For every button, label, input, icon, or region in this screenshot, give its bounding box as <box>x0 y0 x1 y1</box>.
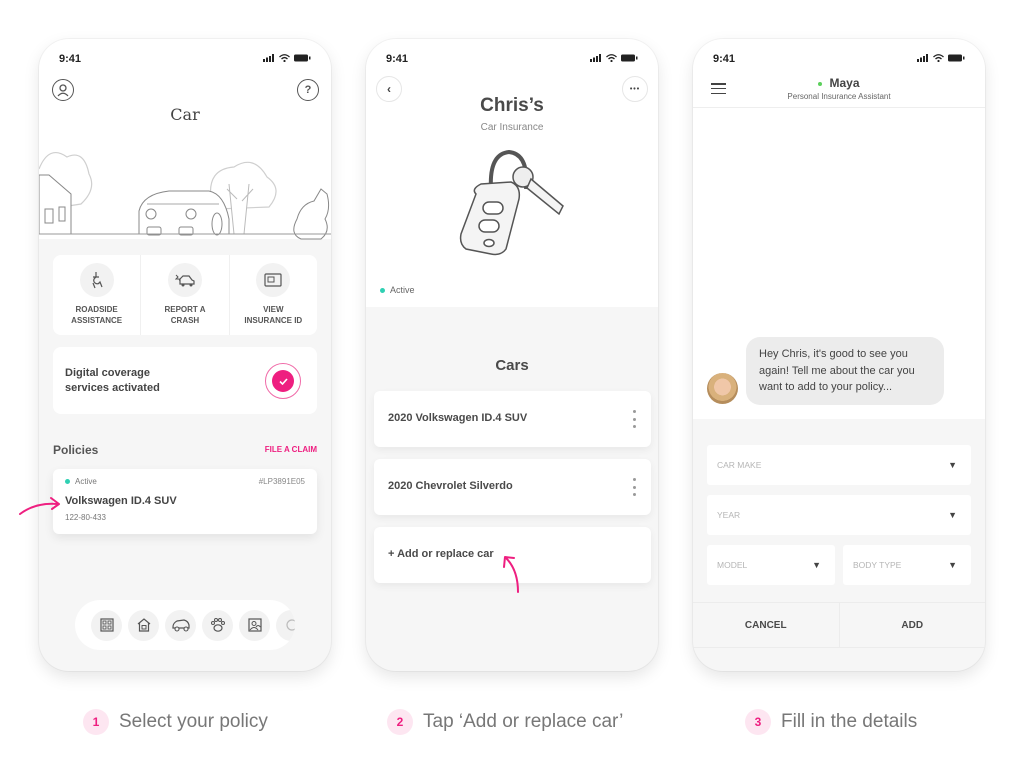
home-icon <box>137 618 150 632</box>
car-name: 2020 Chevrolet Silverdo <box>388 480 513 492</box>
nav-photo[interactable] <box>239 609 270 641</box>
phone-screen-car-overview: 9:41 ? Car ROADSIDE ASSISTANCE REPORT A … <box>39 39 331 671</box>
online-indicator <box>818 81 823 86</box>
pointer-arrow-add-car <box>503 556 519 593</box>
model-select[interactable]: MODEL ▼ <box>707 545 835 585</box>
battery-icon <box>948 54 965 62</box>
kebab-menu-icon[interactable] <box>631 478 637 496</box>
status-time: 9:41 <box>59 53 82 65</box>
step-number: 2 <box>387 709 413 735</box>
id-card-icon <box>264 273 282 287</box>
dropdown-arrow-icon: ▼ <box>948 560 957 570</box>
page-subtitle: Car Insurance <box>480 122 544 133</box>
active-dot <box>65 479 70 485</box>
header-divider <box>693 107 985 108</box>
status-bar: 9:41 <box>693 39 985 79</box>
car-make-select[interactable]: CAR MAKE ▼ <box>707 445 971 485</box>
assistant-role: Personal Insurance Assistant <box>787 92 891 101</box>
status-time: 9:41 <box>386 53 409 65</box>
more-icon: ••• <box>629 85 641 93</box>
policy-status: Active <box>75 477 97 486</box>
policy-id: #LP3891E05 <box>258 477 305 486</box>
body-type-select[interactable]: BODY TYPE ▼ <box>843 545 971 585</box>
policy-number: 122-80-433 <box>65 513 106 522</box>
step-caption: 1 Select your policy <box>83 709 268 735</box>
step-text: Select your policy <box>119 711 268 732</box>
car-list-item[interactable]: 2020 Volkswagen ID.4 SUV <box>374 391 651 447</box>
battery-icon <box>621 54 638 62</box>
signal-icon <box>917 54 928 62</box>
view-insurance-id-button[interactable]: VIEW INSURANCE ID <box>230 255 317 335</box>
kebab-menu-icon[interactable] <box>631 410 637 428</box>
chat-message: Hey Chris, it's good to see you again! T… <box>746 337 944 405</box>
photo-icon <box>247 618 262 632</box>
paw-icon <box>210 618 225 632</box>
active-dot <box>380 288 385 294</box>
assistant-avatar <box>707 373 738 404</box>
tow-hook-icon <box>92 272 103 289</box>
coverage-status-card: Digital coverage services activated <box>53 347 317 414</box>
back-icon: ‹ <box>387 82 391 96</box>
step-text: Tap ‘Add or replace car’ <box>423 711 624 732</box>
step-text: Fill in the details <box>781 711 918 732</box>
step-number: 3 <box>745 709 771 735</box>
policy-card[interactable]: Active #LP3891E05 Volkswagen ID.4 SUV 12… <box>53 469 317 534</box>
status-time: 9:41 <box>713 53 736 65</box>
wifi-icon <box>933 54 944 62</box>
form-actions: CANCEL ADD <box>693 602 985 648</box>
building-icon <box>99 618 114 632</box>
search-icon <box>285 619 295 631</box>
check-icon <box>278 377 288 385</box>
profile-button[interactable] <box>52 79 74 101</box>
policy-name: Volkswagen ID.4 SUV <box>65 495 177 507</box>
coverage-text: Digital coverage services activated <box>65 367 160 394</box>
nav-building[interactable] <box>91 609 122 641</box>
profile-icon <box>57 84 69 97</box>
report-crash-button[interactable]: REPORT A CRASH <box>141 255 230 335</box>
assistant-name: Maya <box>829 76 860 90</box>
coverage-badge <box>265 363 301 399</box>
nav-pets[interactable] <box>202 609 233 641</box>
dropdown-arrow-icon: ▼ <box>948 510 957 520</box>
year-select[interactable]: YEAR ▼ <box>707 495 971 535</box>
nav-home[interactable] <box>128 609 159 641</box>
cars-heading: Cars <box>495 357 529 374</box>
roadside-assistance-button[interactable]: ROADSIDE ASSISTANCE <box>53 255 142 335</box>
status-bar: 9:41 <box>366 39 658 79</box>
signal-icon <box>263 54 274 62</box>
page-title: Chris’s <box>480 95 544 116</box>
car-name: 2020 Volkswagen ID.4 SUV <box>388 412 528 424</box>
car-keys-illustration <box>459 149 564 256</box>
crash-icon <box>174 274 195 287</box>
car-scene-illustration <box>39 151 331 240</box>
add-car-label: + Add or replace car <box>388 548 494 560</box>
quick-actions-card: ROADSIDE ASSISTANCE REPORT A CRASH VIEW … <box>53 255 317 335</box>
wifi-icon <box>606 54 617 62</box>
dropdown-arrow-icon: ▼ <box>948 460 957 470</box>
dropdown-arrow-icon: ▼ <box>812 560 821 570</box>
wifi-icon <box>279 54 290 62</box>
help-icon: ? <box>304 84 312 96</box>
nav-more[interactable] <box>276 609 295 641</box>
nav-car[interactable] <box>165 609 196 641</box>
page-title: Car <box>170 105 200 124</box>
signal-icon <box>590 54 601 62</box>
step-number: 1 <box>83 709 109 735</box>
car-list-item[interactable]: 2020 Chevrolet Silverdo <box>374 459 651 515</box>
phone-screen-assistant-chat: 9:41 Maya Personal Insurance Assistant H… <box>693 39 985 671</box>
add-button[interactable]: ADD <box>840 603 986 647</box>
file-claim-link[interactable]: FILE A CLAIM <box>265 445 317 454</box>
status-bar: 9:41 <box>39 39 331 79</box>
step-caption: 2 Tap ‘Add or replace car’ <box>387 709 623 735</box>
bottom-nav <box>75 600 295 650</box>
cancel-button[interactable]: CANCEL <box>693 603 840 647</box>
policy-status: Active <box>380 285 415 295</box>
policies-heading: Policies <box>53 443 99 457</box>
pointer-arrow-policy <box>19 497 60 515</box>
step-caption: 3 Fill in the details <box>745 709 917 735</box>
battery-icon <box>294 54 311 62</box>
car-icon <box>171 619 190 632</box>
help-button[interactable]: ? <box>297 79 319 101</box>
